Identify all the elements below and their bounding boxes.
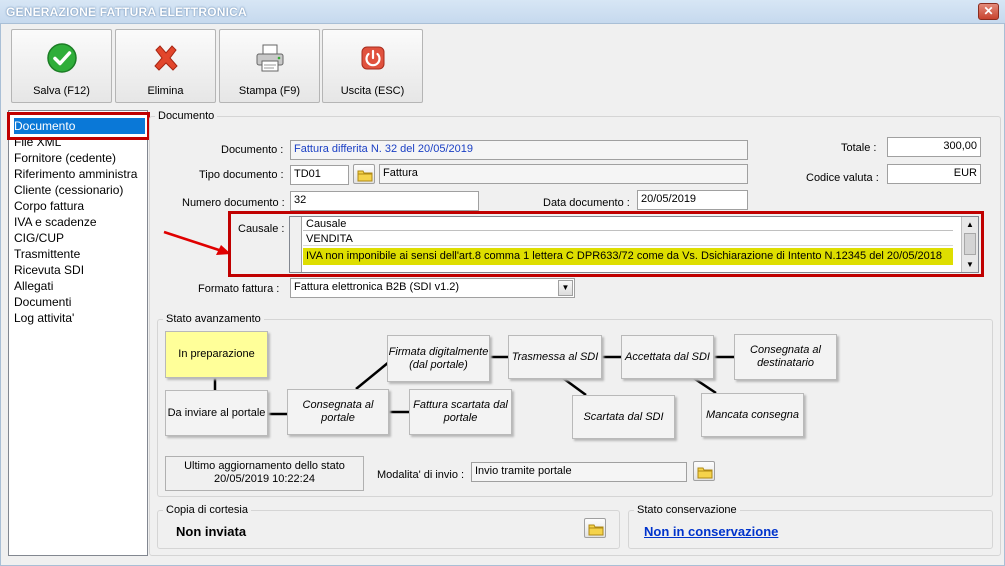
state-firmata-digitalmente: Firmata digitalmente (dal portale)	[387, 335, 490, 382]
folder-icon	[697, 467, 713, 479]
state-mancata-consegna: Mancata consegna	[701, 393, 804, 437]
x-icon	[154, 45, 178, 71]
sidebar-item-corpo-fattura[interactable]: Corpo fattura	[14, 198, 148, 214]
print-label: Stampa (F9)	[238, 85, 301, 97]
documento-panel-title: Documento	[155, 110, 218, 122]
totale-label: Totale :	[841, 142, 877, 154]
close-button[interactable]: ✕	[978, 3, 999, 20]
codice-valuta-label: Codice valuta :	[806, 172, 879, 184]
stato-conservazione-link[interactable]: Non in conservazione	[644, 524, 778, 539]
state-in-preparazione: In preparazione	[165, 331, 268, 378]
exit-label: Uscita (ESC)	[340, 85, 405, 97]
save-label: Salva (F12)	[33, 85, 90, 97]
ultimo-aggiornamento-value: 20/05/2019 10:22:24	[214, 473, 315, 485]
sidebar-item-cig-cup[interactable]: CIG/CUP	[14, 230, 148, 246]
codice-valuta-field[interactable]: EUR	[887, 164, 981, 184]
highlight-box-causale	[228, 211, 984, 277]
documento-field[interactable]: Fattura differita N. 32 del 20/05/2019	[290, 140, 748, 160]
documento-label: Documento :	[221, 144, 284, 156]
copia-cortesia-button[interactable]	[584, 518, 606, 538]
folder-icon	[588, 524, 604, 536]
exit-button[interactable]: Uscita (ESC)	[322, 29, 423, 103]
save-button[interactable]: Salva (F12)	[11, 29, 112, 103]
power-icon	[361, 46, 385, 70]
title-bar: GENERAZIONE FATTURA ELETTRONICA ✕	[0, 0, 1005, 24]
sidebar-item-iva-scadenze[interactable]: IVA e scadenze	[14, 214, 148, 230]
tipo-documento-code-field[interactable]: TD01	[290, 165, 349, 185]
delete-button[interactable]: Elimina	[115, 29, 216, 103]
data-documento-field[interactable]: 20/05/2019	[637, 190, 748, 210]
formato-fattura-value: Fattura elettronica B2B (SDI v1.2)	[294, 281, 460, 293]
sidebar-item-ricevuta-sdi[interactable]: Ricevuta SDI	[14, 262, 148, 278]
printer-icon	[256, 44, 284, 72]
sidebar-item-log-attivita[interactable]: Log attivita'	[14, 310, 148, 326]
section-list[interactable]: Documento File XML Fornitore (cedente) R…	[8, 110, 148, 556]
tipo-documento-label: Tipo documento :	[199, 169, 284, 181]
numero-documento-field[interactable]: 32	[290, 191, 479, 211]
highlight-box-sidebar	[7, 112, 150, 140]
ultimo-aggiornamento-label: Ultimo aggiornamento dello stato	[184, 460, 345, 472]
modalita-invio-label: Modalita' di invio :	[377, 469, 465, 481]
copia-cortesia-status: Non inviata	[176, 524, 247, 539]
sidebar-item-fornitore[interactable]: Fornitore (cedente)	[14, 150, 148, 166]
sidebar-item-trasmittente[interactable]: Trasmittente	[14, 246, 148, 262]
state-consegnata-destinatario: Consegnata al destinatario	[734, 334, 837, 380]
copia-cortesia-title: Copia di cortesia	[163, 504, 251, 516]
sidebar-item-allegati[interactable]: Allegati	[14, 278, 148, 294]
sidebar-item-riferimento[interactable]: Riferimento amministra	[14, 166, 148, 182]
chevron-down-icon[interactable]: ▼	[558, 280, 573, 296]
state-scartata-portale: Fattura scartata dal portale	[409, 389, 512, 435]
state-scartata-sdi: Scartata dal SDI	[572, 395, 675, 439]
state-da-inviare: Da inviare al portale	[165, 390, 268, 436]
modalita-invio-field: Invio tramite portale	[471, 462, 687, 482]
state-trasmessa-sdi: Trasmessa al SDI	[508, 335, 602, 379]
stato-conservazione-title: Stato conservazione	[634, 504, 740, 516]
numero-documento-label: Numero documento :	[182, 197, 285, 209]
data-documento-label: Data documento :	[543, 197, 630, 209]
print-button[interactable]: Stampa (F9)	[219, 29, 320, 103]
totale-field[interactable]: 300,00	[887, 137, 981, 157]
stato-avanzamento-title: Stato avanzamento	[163, 313, 264, 325]
check-icon	[47, 43, 77, 73]
state-consegnata-portale: Consegnata al portale	[287, 389, 389, 435]
window-title: GENERAZIONE FATTURA ELETTRONICA	[6, 5, 247, 19]
tipo-documento-desc-field: Fattura	[379, 164, 748, 184]
delete-label: Elimina	[147, 85, 184, 97]
sidebar-item-documenti[interactable]: Documenti	[14, 294, 148, 310]
sidebar-item-cliente[interactable]: Cliente (cessionario)	[14, 182, 148, 198]
formato-fattura-label: Formato fattura :	[198, 283, 280, 295]
folder-icon	[357, 170, 373, 182]
ultimo-aggiornamento-box: Ultimo aggiornamento dello stato 20/05/2…	[165, 456, 364, 491]
tipo-documento-browse-button[interactable]	[353, 164, 375, 184]
state-accettata-sdi: Accettata dal SDI	[621, 335, 714, 379]
formato-fattura-select[interactable]: Fattura elettronica B2B (SDI v1.2) ▼	[290, 278, 575, 298]
modalita-invio-browse-button[interactable]	[693, 461, 715, 481]
